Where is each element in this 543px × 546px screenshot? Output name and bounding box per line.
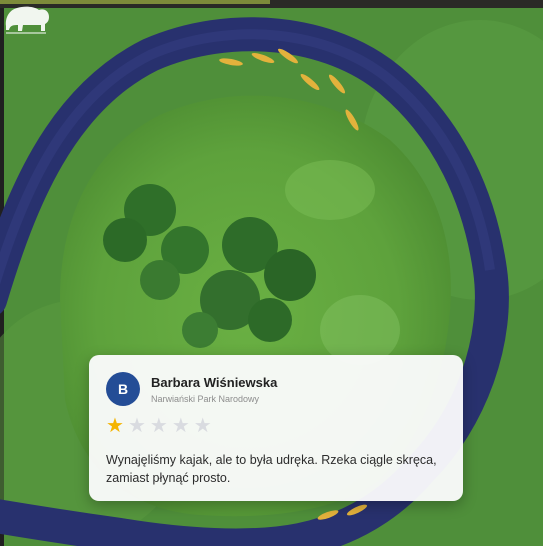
star-rating: ★ ★ ★ ★ ★ (106, 416, 212, 436)
review-card: B Barbara Wiśniewska Narwiański Park Nar… (89, 355, 463, 501)
star-empty-icon: ★ (127, 415, 146, 437)
reviewer-name: Barbara Wiśniewska (151, 375, 278, 390)
avatar-initial: B (117, 381, 129, 397)
star-empty-icon: ★ (193, 415, 212, 437)
avatar: B (106, 372, 140, 406)
reviewer-location: Narwiański Park Narodowy (151, 394, 260, 404)
star-empty-icon: ★ (171, 415, 190, 437)
star-empty-icon: ★ (149, 415, 168, 437)
bison-icon (5, 6, 50, 34)
review-text: Wynajęliśmy kajak, ale to była udręka. R… (106, 453, 437, 485)
star-filled-icon: ★ (106, 415, 124, 437)
